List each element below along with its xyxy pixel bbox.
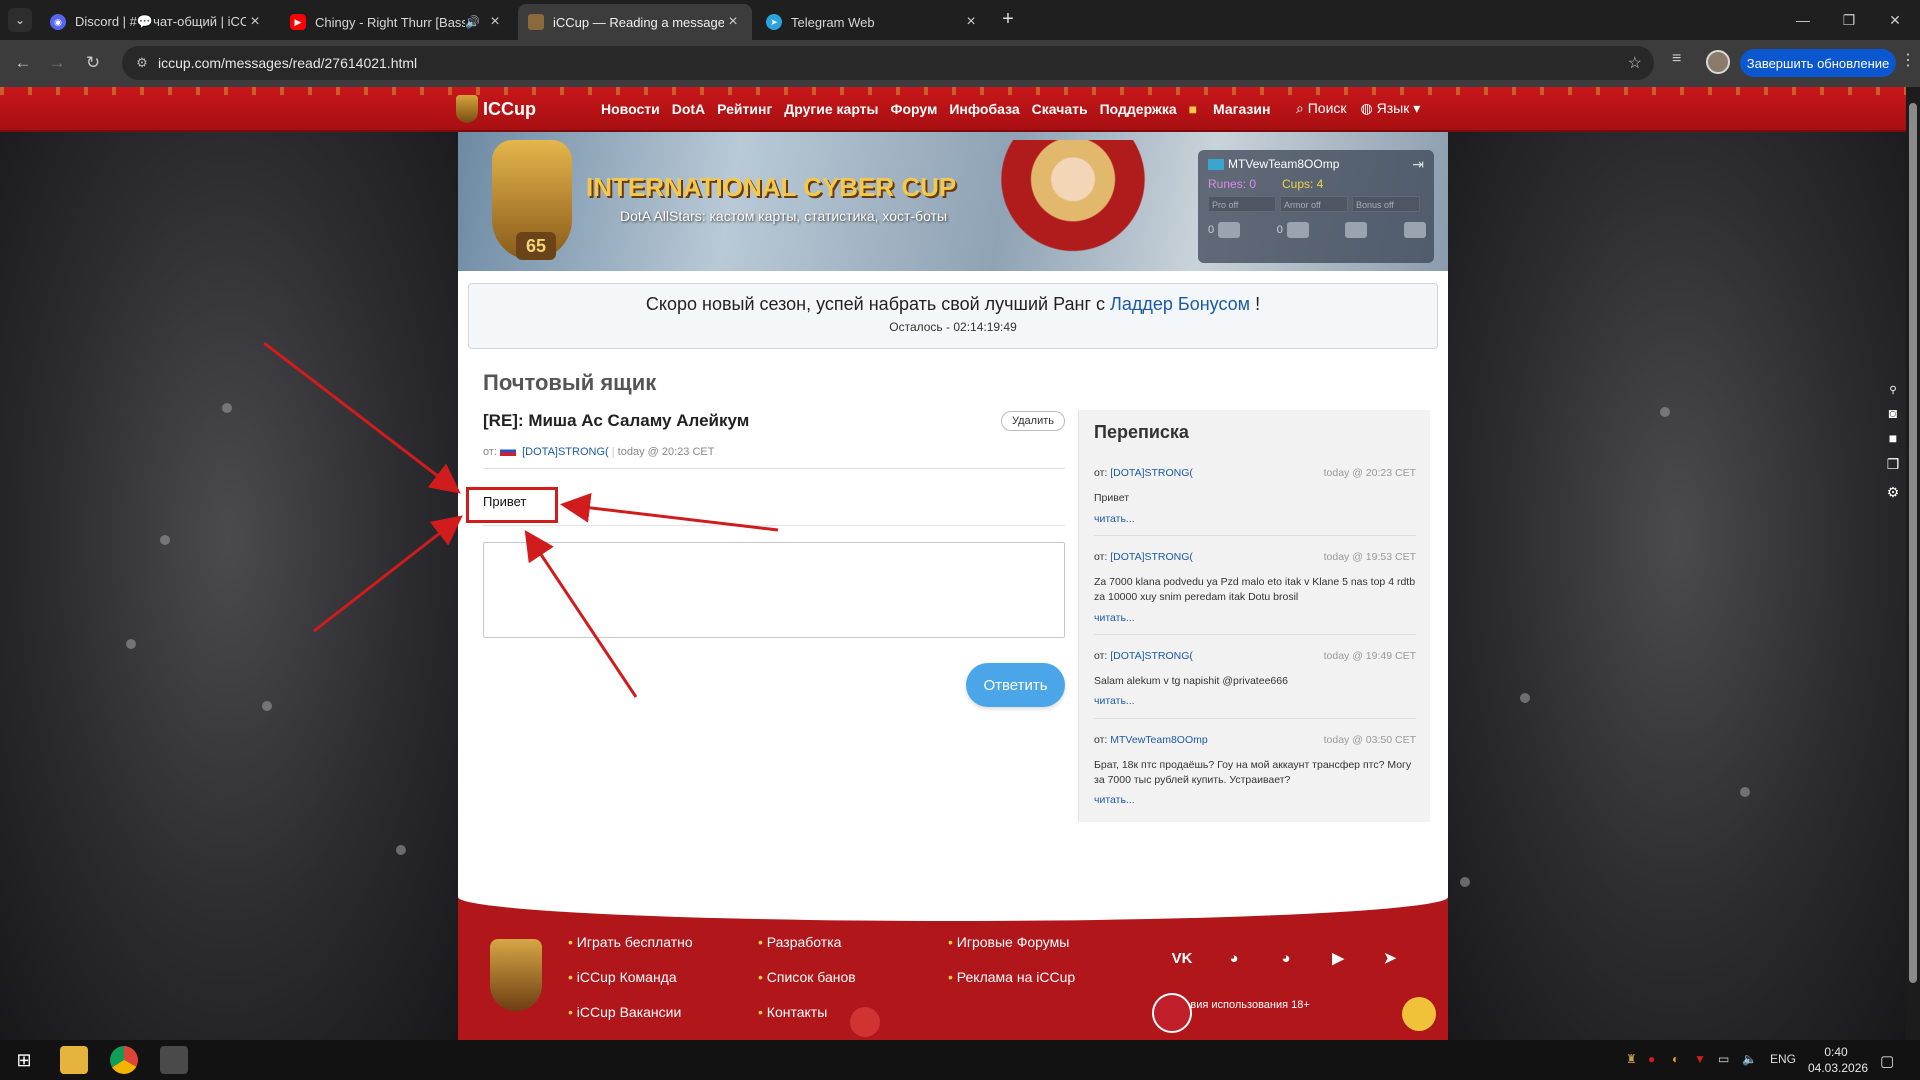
audio-playing-icon[interactable]: 🔊 (465, 15, 480, 29)
record-icon[interactable]: ● (1648, 1052, 1655, 1066)
tab-title: iCCup — Reading a message from (553, 14, 724, 30)
address-bar[interactable]: ⚙ iccup.com/messages/read/27614021.html … (122, 46, 1654, 80)
close-window-button[interactable]: ✕ (1872, 0, 1918, 40)
forward-button[interactable]: → (44, 50, 70, 76)
warcraft-icon[interactable] (160, 1046, 188, 1074)
browser-tab-strip: ⌄ ◉ Discord | #💬чат-общий | iCCup × ▶ Ch… (0, 0, 1920, 40)
media-control-icon[interactable]: ≡ (1672, 50, 1681, 68)
url-text[interactable]: iccup.com/messages/read/27614021.html (158, 55, 417, 71)
clock-date: 04.03.2026 (1808, 1061, 1869, 1075)
bookmark-star-icon[interactable]: ☆ (1628, 53, 1642, 73)
reload-button[interactable]: ↻ (80, 50, 106, 76)
discord-icon: ◉ (50, 14, 66, 30)
new-tab-button[interactable]: + (996, 8, 1020, 32)
back-button[interactable]: ← (10, 50, 36, 76)
finish-update-button[interactable]: Завершить обновление (1740, 49, 1896, 77)
system-clock[interactable]: 0:40 04.03.2026 (1808, 1044, 1869, 1076)
profile-avatar[interactable] (1706, 50, 1730, 74)
network-icon[interactable]: ▭ (1718, 1052, 1729, 1066)
close-icon[interactable]: × (724, 13, 742, 31)
close-icon[interactable]: × (486, 13, 504, 31)
red-highlight-box (466, 487, 558, 523)
tab-title: Discord | #💬чат-общий | iCCup (75, 14, 246, 29)
tray-speaker-app-icon[interactable]: ◐ (1672, 1052, 1679, 1066)
telegram-icon: ➤ (766, 14, 782, 30)
copy-icon[interactable]: ❐ (1884, 456, 1902, 472)
page-viewport: ICCup Новости DotA Рейтинг Другие карты … (0, 87, 1920, 1040)
input-language[interactable]: ENG (1770, 1052, 1796, 1066)
arrow (263, 341, 461, 494)
notifications-icon[interactable]: ▢ (1880, 1052, 1894, 1070)
red-annotation-arrows (263, 341, 779, 698)
tab-title: Telegram Web (791, 14, 875, 30)
volume-icon[interactable]: 🔈 (1742, 1052, 1757, 1066)
tab-telegram[interactable]: ➤ Telegram Web × (756, 4, 990, 40)
arrow (524, 530, 638, 698)
tab-title: Chingy - Right Thurr [Bass Boosted] (315, 14, 466, 30)
chrome-icon[interactable] (110, 1046, 138, 1074)
arrow (560, 492, 779, 532)
page-scrollbar[interactable] (1906, 87, 1920, 1040)
tab-iccup[interactable]: iCCup — Reading a message from × (518, 4, 752, 40)
tab-youtube[interactable]: ▶ Chingy - Right Thurr [Bass Boosted] 🔊 … (280, 4, 514, 40)
gear-icon[interactable]: ⚙ (1884, 484, 1902, 500)
tab-discord[interactable]: ◉ Discord | #💬чат-общий | iCCup × (40, 4, 274, 40)
antivirus-icon[interactable]: ▼ (1694, 1052, 1706, 1066)
close-icon[interactable]: × (246, 13, 264, 31)
browser-menu-icon[interactable]: ⋮ (1900, 50, 1916, 70)
link-icon[interactable]: ⚲ (1884, 385, 1902, 401)
restore-button[interactable]: ❐ (1826, 0, 1872, 40)
tab-search-button[interactable]: ⌄ (8, 8, 32, 32)
youtube-icon: ▶ (290, 14, 306, 30)
arrow (313, 515, 463, 633)
camera-icon[interactable]: ◙ (1884, 405, 1902, 421)
clock-time: 0:40 (1824, 1045, 1848, 1059)
close-icon[interactable]: × (962, 13, 980, 31)
windows-taskbar: ⊞ ♜ ● ◐ ▼ ▭ 🔈 ENG 0:40 04.03.2026 ▢ (0, 1040, 1920, 1080)
windows-start-icon[interactable]: ⊞ (10, 1046, 38, 1074)
scrollbar-thumb[interactable] (1909, 103, 1917, 983)
browser-toolbar: ← → ↻ ⚙ iccup.com/messages/read/27614021… (0, 40, 1920, 87)
minimize-button[interactable]: — (1780, 0, 1826, 40)
video-icon[interactable]: ■ (1884, 430, 1902, 446)
iccup-icon (528, 14, 544, 30)
file-explorer-icon[interactable] (60, 1046, 88, 1074)
site-info-icon[interactable]: ⚙ (132, 53, 152, 73)
tray-app-icon[interactable]: ♜ (1626, 1052, 1637, 1066)
